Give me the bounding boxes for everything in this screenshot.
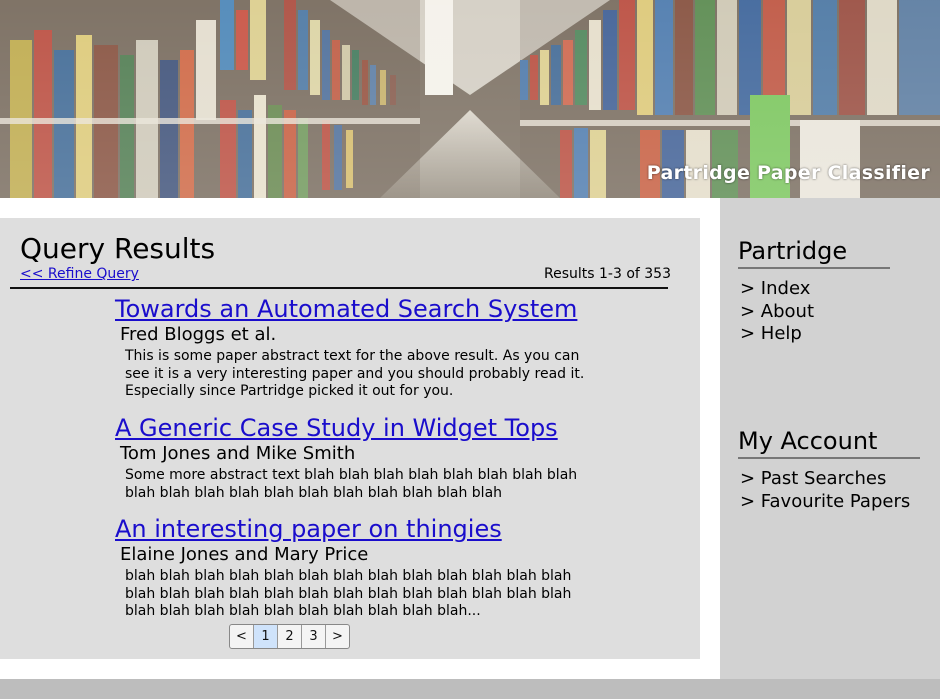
- result-title-link[interactable]: A Generic Case Study in Widget Tops: [115, 413, 585, 443]
- result-title-link[interactable]: Towards an Automated Search System: [115, 294, 585, 324]
- sidebar-item-past-searches[interactable]: > Past Searches: [740, 468, 910, 491]
- sidebar-item-about[interactable]: > About: [740, 301, 814, 324]
- sidebar-item-help[interactable]: > Help: [740, 323, 814, 346]
- result-title-link[interactable]: An interesting paper on thingies: [115, 514, 585, 544]
- result-abstract: Some more abstract text blah blah blah b…: [125, 467, 578, 501]
- sidebar-item-favourite-papers[interactable]: > Favourite Papers: [740, 491, 910, 514]
- result-authors: Tom Jones and Mike Smith: [120, 443, 356, 464]
- site-title: Partridge Paper Classifier: [646, 162, 930, 184]
- result-authors: Fred Bloggs et al.: [120, 324, 277, 345]
- footer-bar: [0, 679, 940, 699]
- results-count: Results 1-3 of 353: [544, 266, 671, 282]
- sidebar: Partridge > Index > About > Help My Acco…: [720, 198, 940, 679]
- result-item: A Generic Case Study in Widget Tops Tom …: [115, 413, 585, 502]
- sidebar-divider: [738, 267, 890, 269]
- sidebar-heading-partridge: Partridge: [738, 237, 848, 265]
- sidebar-item-index[interactable]: > Index: [740, 278, 814, 301]
- refine-query-link[interactable]: << Refine Query: [20, 266, 139, 282]
- pagination: < 1 2 3 >: [229, 624, 350, 649]
- header-banner: Partridge Paper Classifier: [0, 0, 940, 198]
- page-3-button[interactable]: 3: [302, 625, 326, 648]
- sidebar-divider: [738, 457, 920, 459]
- sidebar-nav-partridge: > Index > About > Help: [740, 278, 814, 346]
- result-authors: Elaine Jones and Mary Price: [120, 544, 369, 565]
- result-abstract: This is some paper abstract text for the…: [125, 348, 585, 399]
- sidebar-nav-account: > Past Searches > Favourite Papers: [740, 468, 910, 513]
- page-title: Query Results: [20, 232, 216, 265]
- results-panel: Query Results << Refine Query Results 1-…: [0, 218, 700, 659]
- result-item: Towards an Automated Search System Fred …: [115, 294, 585, 401]
- header-divider: [10, 287, 668, 289]
- result-abstract: blah blah blah blah blah blah blah blah …: [125, 568, 572, 619]
- page-1-button[interactable]: 1: [254, 625, 278, 648]
- result-item: An interesting paper on thingies Elaine …: [115, 514, 585, 621]
- sidebar-heading-account: My Account: [738, 427, 878, 455]
- next-page-button[interactable]: >: [326, 625, 349, 648]
- page-2-button[interactable]: 2: [278, 625, 302, 648]
- prev-page-button[interactable]: <: [230, 625, 254, 648]
